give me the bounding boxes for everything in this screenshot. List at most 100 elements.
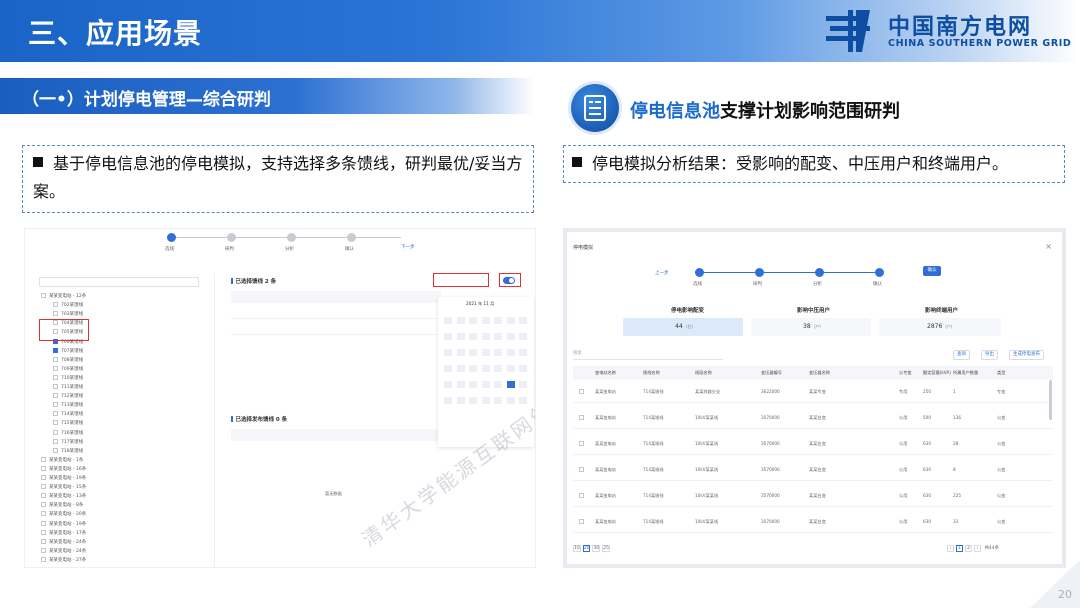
calendar-day-cell[interactable]	[469, 349, 477, 356]
table-scrollbar[interactable]	[1049, 380, 1052, 420]
tree-row[interactable]: 711某馈线	[53, 384, 83, 392]
calendar-day-cell[interactable]	[506, 381, 515, 388]
tree-checkbox[interactable]	[53, 411, 58, 417]
step-dot[interactable]	[875, 268, 884, 277]
tree-row[interactable]: 718某馈线	[53, 447, 83, 456]
step-dot[interactable]	[815, 268, 824, 277]
step-dot[interactable]	[695, 268, 704, 277]
calendar-day-cell[interactable]	[456, 381, 465, 388]
tree-row[interactable]: 712某馈线	[53, 393, 83, 401]
page-size-option[interactable]: 10	[573, 545, 581, 552]
calendar-day-cell[interactable]	[519, 333, 527, 340]
calendar-day-cell[interactable]	[506, 349, 515, 356]
query-button[interactable]: 查询	[953, 350, 970, 360]
tree-checkbox[interactable]	[53, 429, 58, 435]
calendar-day-cell[interactable]	[444, 333, 452, 340]
tree-row[interactable]: 707某馈线	[53, 347, 83, 356]
tree-row[interactable]: 708某馈线	[53, 356, 83, 365]
calendar-day-cell[interactable]	[481, 381, 490, 388]
tree-checkbox[interactable]	[53, 347, 58, 353]
calendar-day-cell[interactable]	[519, 381, 527, 388]
tree-row[interactable]: 某某变电站 - 1条	[41, 456, 83, 465]
calendar-day-cell[interactable]	[481, 397, 490, 404]
table-row[interactable]: 某某变电站 714某馈线 10kV某某线 3570000 某某台变 公用 630 225 公变	[573, 484, 1053, 507]
row-checkbox[interactable]	[579, 519, 584, 524]
calendar-day-cell[interactable]	[469, 397, 477, 404]
table-row[interactable]: 某某变电站 714某馈线 10kV某某线 3570000 某某台变 公用 630 33 公变	[573, 510, 1053, 533]
calendar-day-cell[interactable]	[456, 317, 465, 324]
calendar-day-cell[interactable]	[456, 333, 465, 340]
tree-checkbox[interactable]	[53, 374, 58, 380]
calendar-day-cell[interactable]	[456, 365, 465, 372]
step-dot[interactable]	[287, 233, 296, 242]
tree-checkbox[interactable]	[53, 302, 58, 308]
calendar-day-cell[interactable]	[519, 397, 527, 404]
tree-checkbox[interactable]	[41, 465, 46, 471]
calendar-day-cell[interactable]	[444, 381, 452, 388]
page-button[interactable]: 1	[956, 545, 963, 552]
confirm-button[interactable]: 确认	[923, 266, 941, 276]
calendar-day-cell[interactable]	[444, 317, 452, 324]
page-button[interactable]: 2	[965, 545, 972, 552]
tree-checkbox[interactable]	[41, 547, 46, 553]
tree-row[interactable]: 717某馈线	[53, 438, 83, 447]
table-row[interactable]: 某某变电站 714某馈线 10kV某某线 3570000 某某台变 公用 500 136 公变	[573, 406, 1053, 429]
step-dot[interactable]	[347, 233, 356, 242]
tree-row[interactable]: 714某馈线	[53, 411, 83, 419]
filter-input[interactable]: 搜索	[573, 350, 723, 360]
tree-checkbox[interactable]	[53, 438, 58, 444]
calendar-day-cell[interactable]	[519, 349, 527, 356]
tree-row[interactable]: 某某变电站 - 19条	[41, 520, 86, 529]
calendar-day-cell[interactable]	[469, 317, 477, 324]
calendar-day-cell[interactable]	[469, 333, 477, 340]
prev-page-icon[interactable]: ‹	[947, 545, 954, 552]
tree-checkbox[interactable]	[41, 493, 46, 499]
tree-row[interactable]: 某某变电站 - 17条	[41, 529, 86, 538]
page-size-option[interactable]: 30	[592, 545, 601, 552]
tree-checkbox[interactable]	[41, 511, 46, 517]
calendar-day-cell[interactable]	[469, 381, 477, 388]
page-size-option[interactable]: 20	[582, 545, 591, 552]
row-checkbox[interactable]	[579, 415, 584, 420]
row-checkbox[interactable]	[579, 493, 584, 498]
calendar-day-cell[interactable]	[481, 317, 490, 324]
tree-checkbox[interactable]	[53, 420, 58, 426]
tree-row[interactable]: 某某变电站 - 13条	[41, 493, 86, 501]
tree-row[interactable]: 某某变电站 - 16条	[41, 465, 86, 474]
table-row[interactable]: 某某变电站 714某馈线 某某线路分支 3622000 某某专变 专用 250 1 专变	[573, 380, 1053, 403]
publish-button[interactable]: 生成停电发布	[1009, 350, 1044, 360]
calendar-day-cell[interactable]	[444, 365, 452, 372]
tree-row[interactable]: 713某馈线	[53, 402, 83, 410]
calendar-day-cell[interactable]	[506, 333, 515, 340]
tree-row[interactable]: 某某变电站 - 12条	[41, 293, 86, 301]
tree-row[interactable]: 703某馈线	[53, 311, 83, 319]
tree-row[interactable]: 某某变电站 - 19条	[41, 475, 86, 483]
tree-checkbox[interactable]	[41, 456, 46, 462]
tree-checkbox[interactable]	[53, 402, 58, 408]
row-checkbox[interactable]	[579, 441, 584, 446]
tree-row[interactable]: 某某变电站 - 24条	[41, 547, 86, 556]
tree-row[interactable]: 709某馈线	[53, 365, 83, 374]
calendar-day-cell[interactable]	[481, 349, 490, 356]
tree-checkbox[interactable]	[41, 538, 46, 544]
calendar-day-cell[interactable]	[519, 317, 527, 324]
calendar-day-cell[interactable]	[506, 397, 515, 404]
tree-row[interactable]: 715某馈线	[53, 420, 83, 428]
calendar-day-cell[interactable]	[456, 397, 465, 404]
calendar-day-cell[interactable]	[444, 397, 452, 404]
tree-checkbox[interactable]	[53, 311, 58, 317]
export-button[interactable]: 导出	[981, 350, 998, 360]
stat-card-mv-users[interactable]: 38 (户)	[751, 318, 871, 336]
step-dot[interactable]	[227, 233, 236, 242]
page-size-selector[interactable]: 10 20 30 25	[573, 545, 612, 552]
row-checkbox[interactable]	[579, 467, 584, 472]
table-row[interactable]: 某某变电站 714某馈线 10kV某某线 3570000 某某台变 公用 630 28 公变	[573, 432, 1053, 455]
tree-checkbox[interactable]	[41, 520, 46, 526]
tree-row[interactable]: 702某馈线	[53, 302, 83, 310]
next-page-icon[interactable]: ›	[974, 545, 981, 552]
tree-row[interactable]: 某某变电站 - 27条	[41, 556, 86, 565]
step-dot[interactable]	[167, 233, 176, 242]
tree-checkbox[interactable]	[41, 529, 46, 535]
page-size-option[interactable]: 25	[602, 545, 610, 552]
calendar-day-cell[interactable]	[444, 349, 452, 356]
